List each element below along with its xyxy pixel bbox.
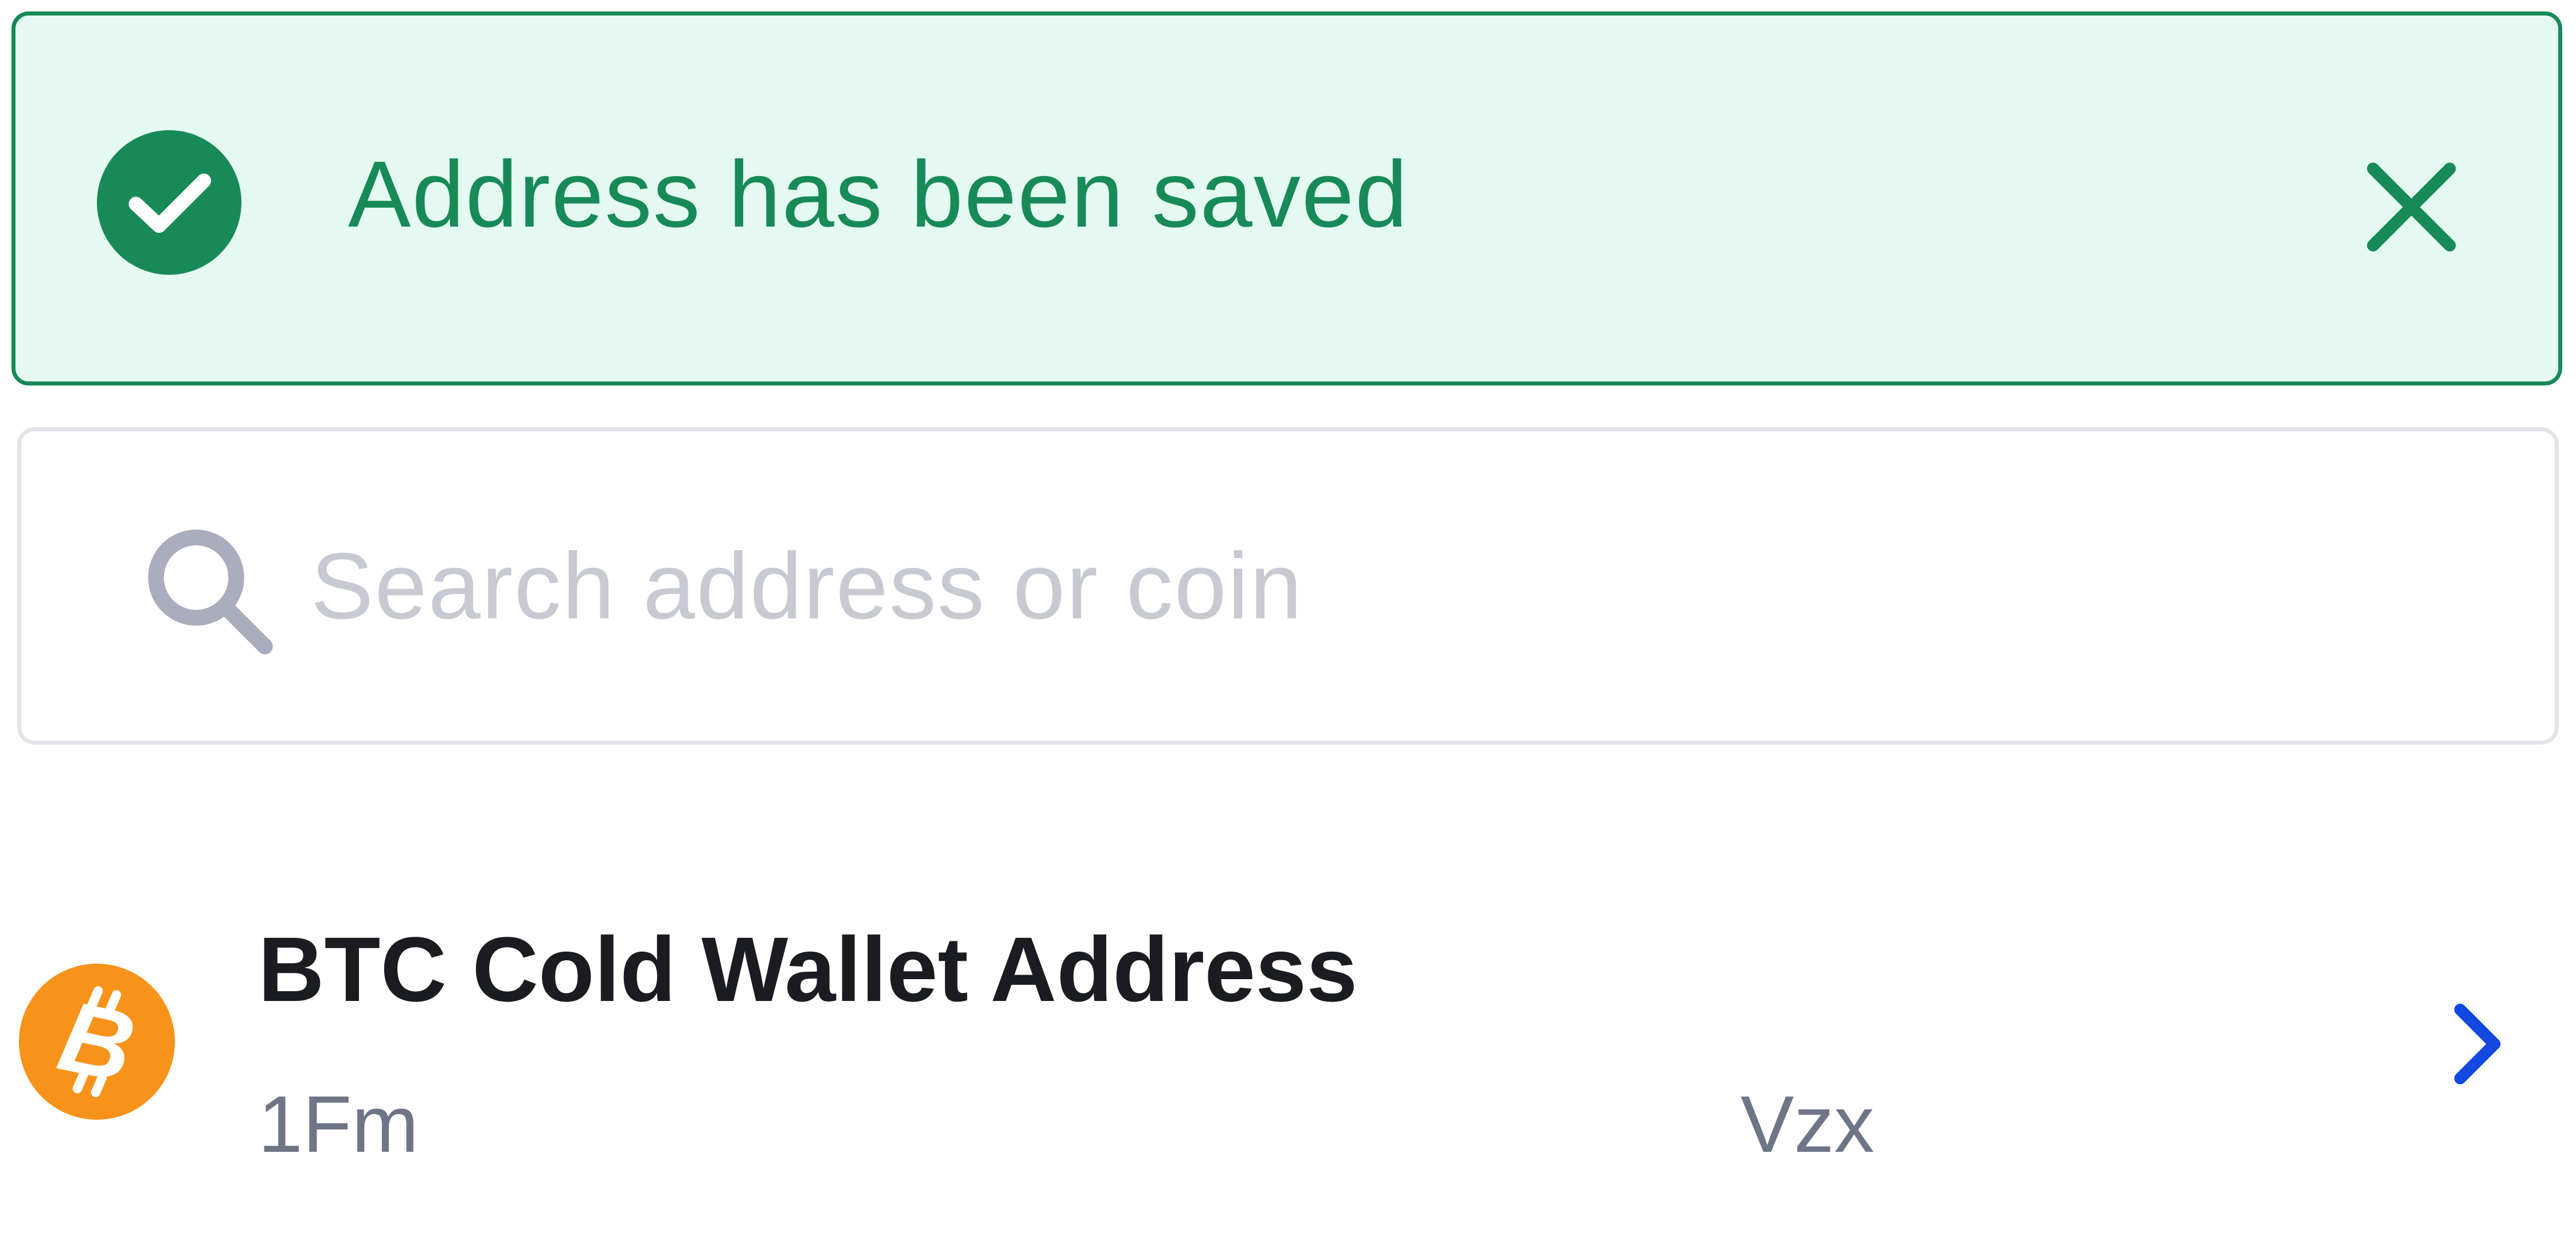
bitcoin-icon: B bbox=[19, 964, 175, 1120]
chevron-right-icon[interactable] bbox=[2443, 1001, 2512, 1087]
search-bar bbox=[17, 427, 2559, 745]
search-icon bbox=[148, 529, 273, 654]
address-end: Vzx bbox=[1740, 1079, 1875, 1169]
toast-message: Address has been saved bbox=[348, 142, 1409, 247]
check-circle-icon bbox=[97, 130, 241, 275]
address-list-item[interactable]: B BTC Cold Wallet Address 1Fm Vzx bbox=[0, 895, 2576, 1170]
success-toast: Address has been saved bbox=[11, 11, 2562, 385]
address-label: BTC Cold Wallet Address bbox=[258, 918, 1358, 1020]
address-start: 1Fm bbox=[258, 1079, 419, 1169]
search-input[interactable] bbox=[311, 503, 2490, 669]
close-icon[interactable] bbox=[2361, 157, 2462, 258]
